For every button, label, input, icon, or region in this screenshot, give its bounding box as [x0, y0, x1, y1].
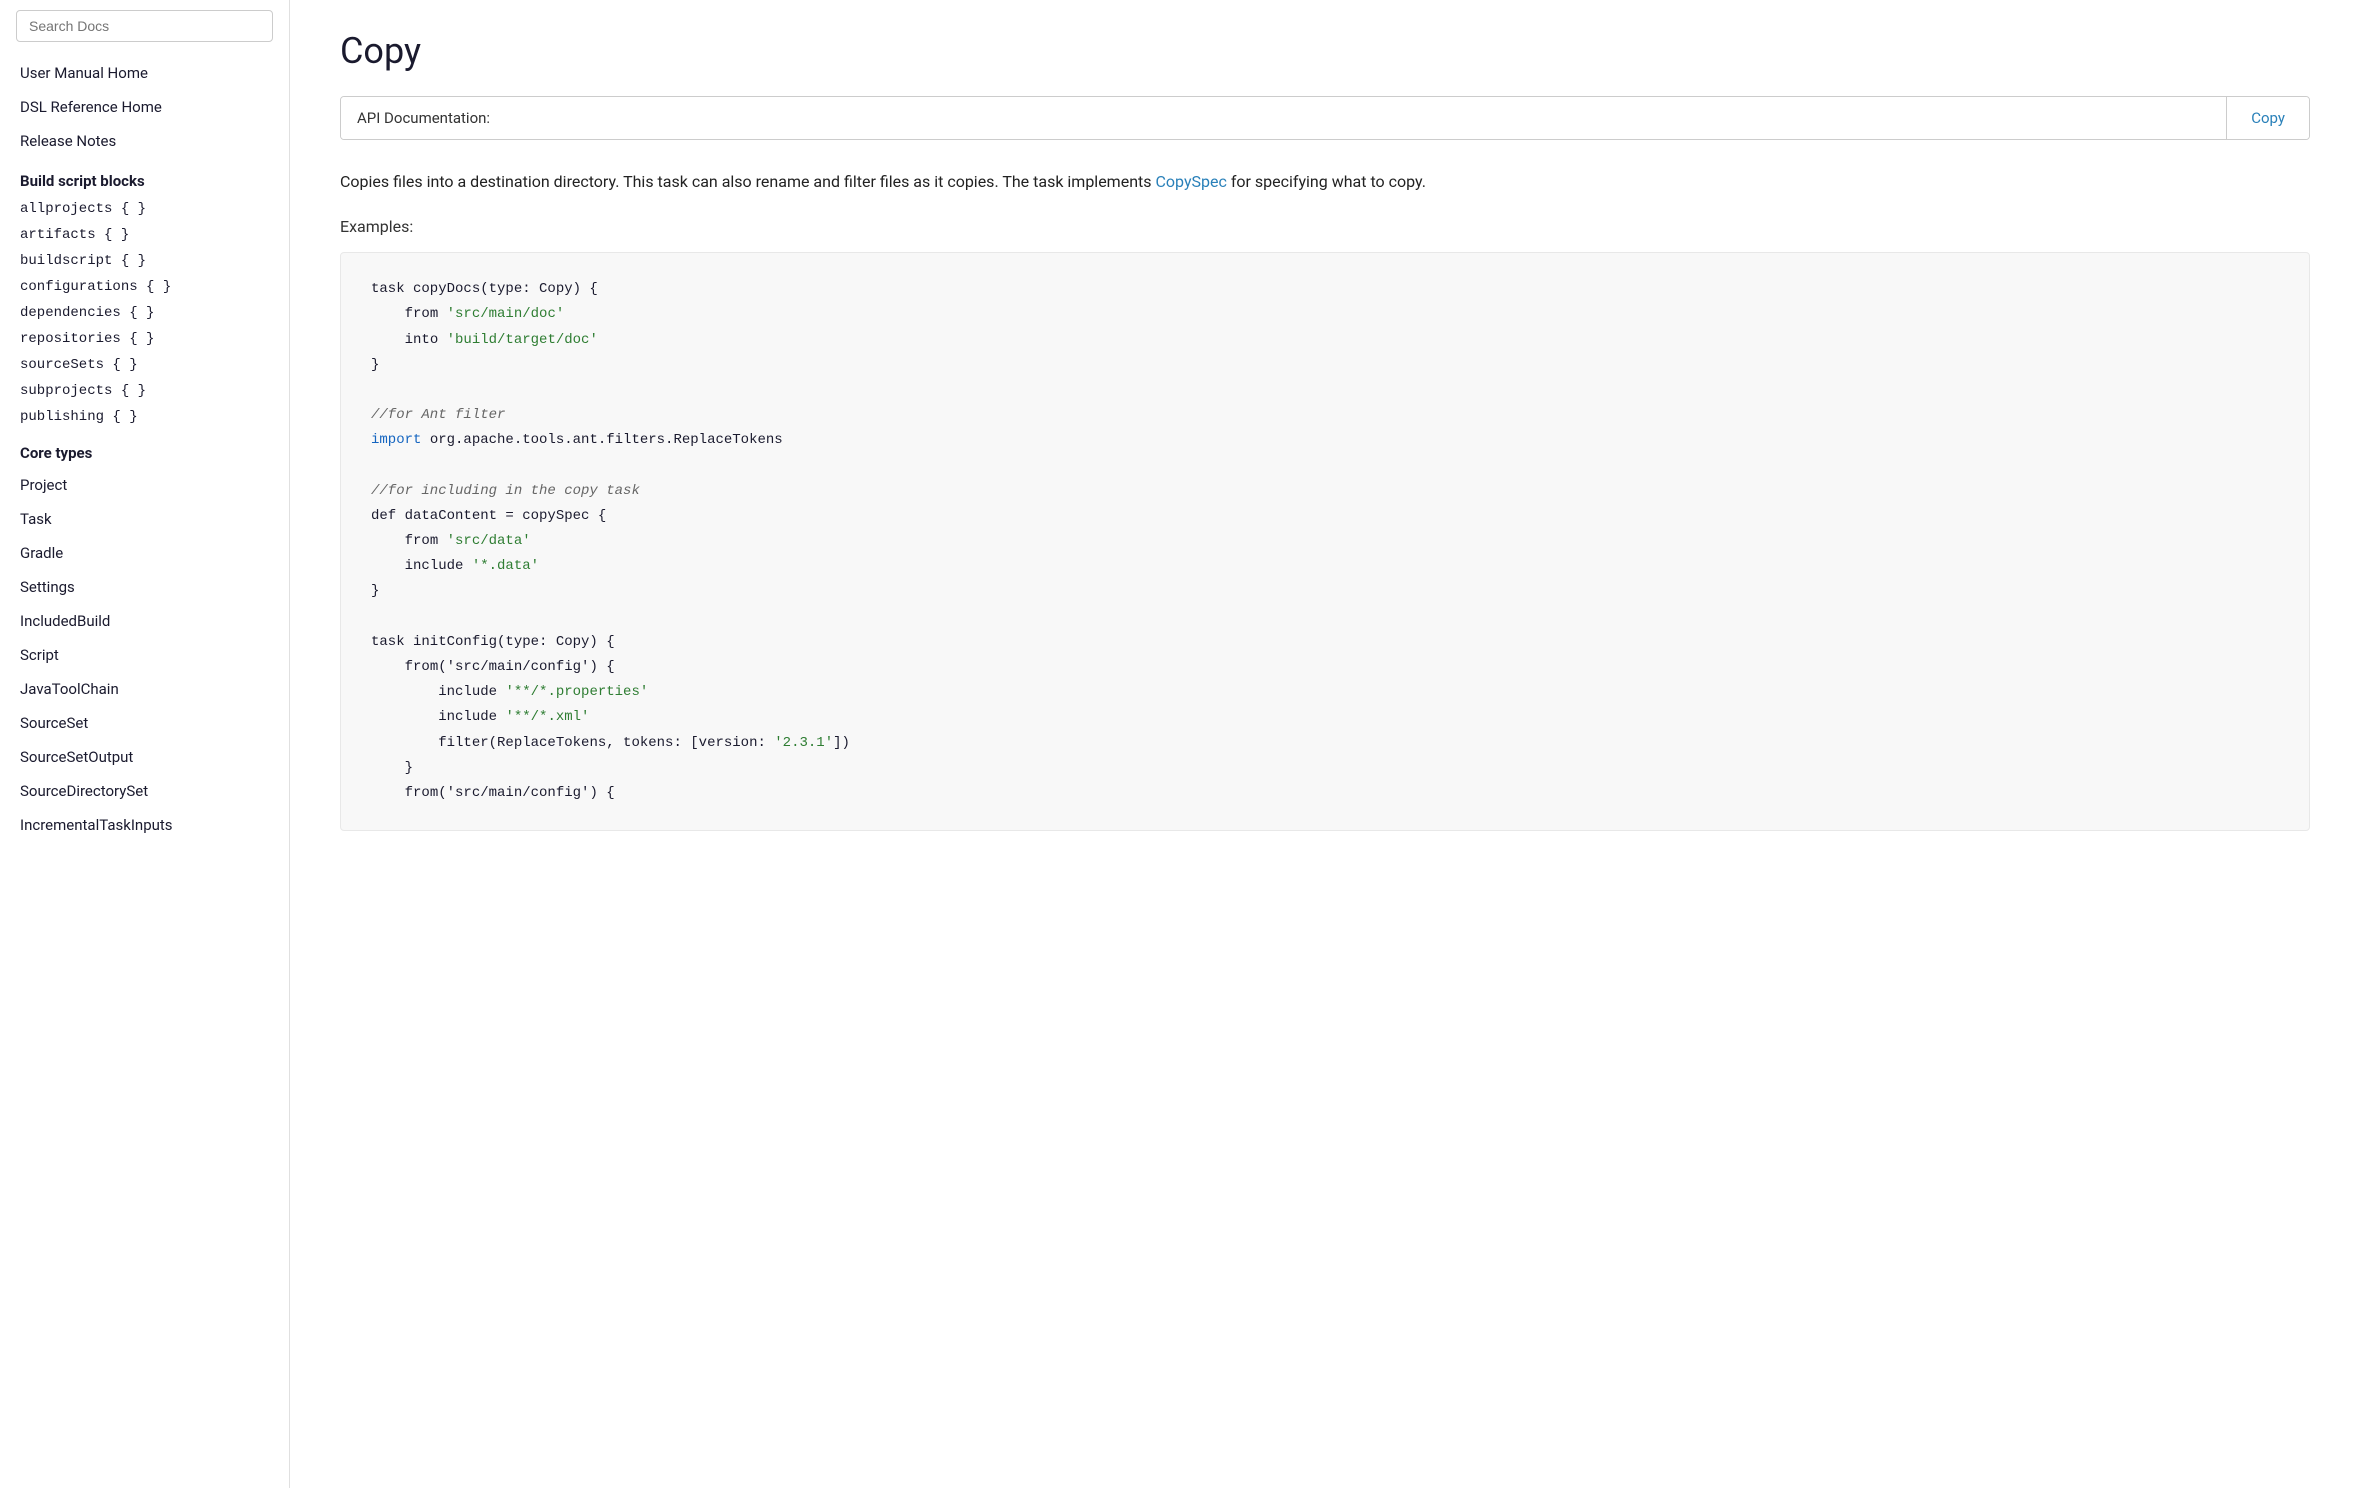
examples-heading: Examples: [340, 217, 2310, 236]
core-types-section-header: Core types [0, 430, 289, 468]
sidebar-item-sourcesets[interactable]: sourceSets { } [0, 352, 289, 378]
sidebar: User Manual Home DSL Reference Home Rele… [0, 0, 290, 1488]
sidebar-item-repositories[interactable]: repositories { } [0, 326, 289, 352]
sidebar-item-settings[interactable]: Settings [0, 570, 289, 604]
search-container [16, 10, 273, 42]
copyspec-link[interactable]: CopySpec [1156, 172, 1227, 191]
sidebar-item-script[interactable]: Script [0, 638, 289, 672]
sidebar-item-project[interactable]: Project [0, 468, 289, 502]
sidebar-item-dsl-reference[interactable]: DSL Reference Home [0, 90, 289, 124]
sidebar-item-gradle[interactable]: Gradle [0, 536, 289, 570]
sidebar-item-sourceset[interactable]: SourceSet [0, 706, 289, 740]
sidebar-item-task[interactable]: Task [0, 502, 289, 536]
sidebar-item-buildscript[interactable]: buildscript { } [0, 248, 289, 274]
sidebar-item-dependencies[interactable]: dependencies { } [0, 300, 289, 326]
sidebar-item-sourcedirectoryset[interactable]: SourceDirectorySet [0, 774, 289, 808]
description-paragraph: Copies files into a destination director… [340, 168, 2310, 195]
api-doc-label: API Documentation: [341, 97, 2226, 139]
description-text-end: for specifying what to copy. [1231, 172, 1426, 191]
search-input[interactable] [16, 10, 273, 42]
page-title: Copy [340, 30, 2310, 72]
description-text-start: Copies files into a destination director… [340, 172, 1152, 191]
sidebar-item-publishing[interactable]: publishing { } [0, 404, 289, 430]
api-doc-link[interactable]: Copy [2226, 97, 2309, 139]
sidebar-item-user-manual[interactable]: User Manual Home [0, 56, 289, 90]
api-doc-bar: API Documentation: Copy [340, 96, 2310, 140]
code-block: task copyDocs(type: Copy) { from 'src/ma… [340, 252, 2310, 831]
build-script-section-header: Build script blocks [0, 158, 289, 196]
sidebar-item-sourcesetoutput[interactable]: SourceSetOutput [0, 740, 289, 774]
main-content: Copy API Documentation: Copy Copies file… [290, 0, 2360, 1488]
sidebar-item-allprojects[interactable]: allprojects { } [0, 196, 289, 222]
sidebar-item-release-notes[interactable]: Release Notes [0, 124, 289, 158]
sidebar-item-includedbuild[interactable]: IncludedBuild [0, 604, 289, 638]
sidebar-item-incrementaltaskinputs[interactable]: IncrementalTaskInputs [0, 808, 289, 842]
sidebar-item-artifacts[interactable]: artifacts { } [0, 222, 289, 248]
sidebar-item-subprojects[interactable]: subprojects { } [0, 378, 289, 404]
sidebar-item-javatoolchain[interactable]: JavaToolChain [0, 672, 289, 706]
sidebar-item-configurations[interactable]: configurations { } [0, 274, 289, 300]
